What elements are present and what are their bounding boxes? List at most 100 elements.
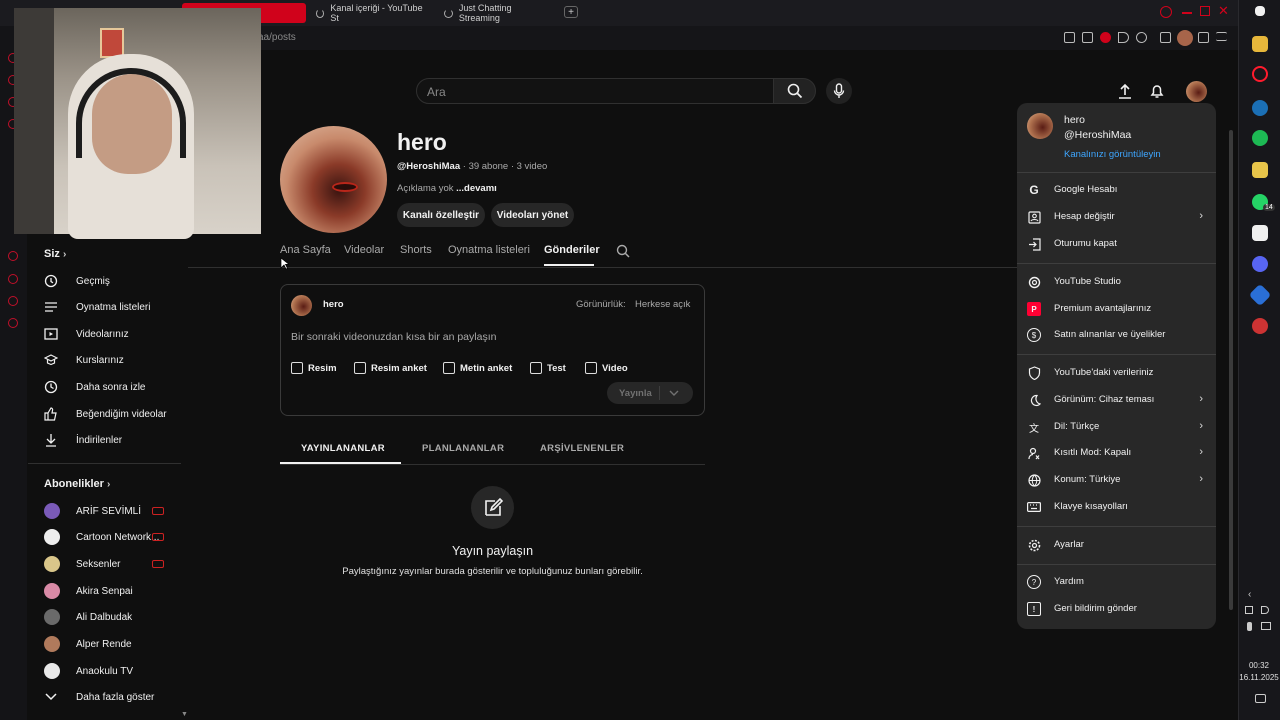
menu-item-appearance[interactable]: Görünüm: Cihaz teması › <box>1027 392 1207 408</box>
menu-item-label: Klavye kısayolları <box>1054 501 1128 512</box>
url-text[interactable]: aa/posts <box>258 32 296 43</box>
menu-icon[interactable] <box>1216 32 1227 41</box>
pinboard-icon[interactable] <box>8 296 18 306</box>
upload-icon[interactable] <box>1118 83 1132 99</box>
notifications-icon[interactable] <box>1255 694 1266 703</box>
windows-start-icon[interactable] <box>1255 6 1265 16</box>
volume-icon[interactable] <box>1261 606 1269 614</box>
bell-icon[interactable] <box>1150 83 1164 99</box>
menu-item-your-data[interactable]: YouTube'daki verileriniz <box>1027 365 1207 381</box>
chevron-up-icon[interactable]: ‹ <box>1248 589 1251 600</box>
shield-icon[interactable] <box>1100 32 1111 43</box>
publish-button[interactable]: Yayınla <box>607 382 693 404</box>
text-poll-button[interactable]: Metin anket <box>443 362 512 374</box>
moon-icon <box>1027 393 1041 407</box>
mic-icon[interactable] <box>1247 622 1252 631</box>
more-link[interactable]: ...devamı <box>456 183 497 194</box>
heart-icon[interactable] <box>1136 32 1147 43</box>
menu-item-premium[interactable]: P Premium avantajlarınız <box>1027 301 1207 317</box>
post-input[interactable]: Bir sonraki videonuzdan kısa bir an payl… <box>291 331 496 343</box>
sidebar-scroll-down-icon[interactable]: ▼ <box>181 711 188 718</box>
menu-item-location[interactable]: Konum: Türkiye › <box>1027 472 1207 488</box>
image-poll-button[interactable]: Resim anket <box>354 362 427 374</box>
close-icon[interactable]: ✕ <box>1218 3 1229 19</box>
tab-home[interactable]: Ana Sayfa <box>280 244 331 256</box>
bookmark-icon[interactable] <box>1064 32 1075 43</box>
voice-search-button[interactable] <box>826 78 852 104</box>
tab-playlists[interactable]: Oynatma listeleri <box>448 244 530 256</box>
channel-description[interactable]: Açıklama yok ...devamı <box>397 183 497 194</box>
menu-scrollbar[interactable] <box>1229 130 1233 610</box>
account-avatar[interactable] <box>1186 81 1207 102</box>
menu-item-label: Geri bildirim gönder <box>1054 603 1137 614</box>
file-explorer-icon[interactable] <box>1252 36 1268 52</box>
opera-gx-icon[interactable] <box>1252 66 1268 82</box>
video-button[interactable]: Video <box>585 362 628 374</box>
whatsapp-badge: 14 <box>1263 204 1275 211</box>
channel-name: Seksenler <box>76 558 121 570</box>
display-icon[interactable] <box>1261 622 1271 630</box>
browser-tab-chatting[interactable]: Just Chatting Streaming <box>438 3 560 23</box>
profile-avatar[interactable] <box>1177 30 1193 46</box>
menu-item-youtube-studio[interactable]: YouTube Studio <box>1027 274 1207 290</box>
minimize-icon[interactable] <box>1182 12 1192 14</box>
menu-item-settings[interactable]: Ayarlar <box>1027 537 1207 553</box>
new-tab-button[interactable]: + <box>564 6 578 18</box>
recorder-icon[interactable] <box>1252 318 1268 334</box>
menu-item-help[interactable]: ? Yardım <box>1027 574 1207 590</box>
you-section-header[interactable]: Siz › <box>44 248 66 260</box>
image-button[interactable]: Resim <box>291 362 337 374</box>
search-icon[interactable] <box>616 244 630 258</box>
download-icon[interactable] <box>1198 32 1209 43</box>
menu-item-feedback[interactable]: ! Geri bildirim gönder <box>1027 601 1207 617</box>
sidebar-item-label: Daha sonra izle <box>76 381 146 393</box>
menu-divider <box>1017 564 1216 565</box>
visibility-select[interactable]: Herkese açık <box>635 299 690 310</box>
studio-icon <box>1027 275 1041 289</box>
extensions-icon[interactable] <box>1160 32 1171 43</box>
avatar <box>1027 113 1053 139</box>
video-icon <box>585 362 597 374</box>
system-clock[interactable]: 00:32 16.11.2025 <box>1238 660 1280 684</box>
quiz-button[interactable]: Test <box>530 362 566 374</box>
tab-shorts[interactable]: Shorts <box>400 244 432 256</box>
manage-videos-button[interactable]: Videoları yönet <box>491 203 574 227</box>
menu-item-restricted-mode[interactable]: Kısıtlı Mod: Kapalı › <box>1027 445 1207 461</box>
customize-channel-button[interactable]: Kanalı özelleştir <box>397 203 485 227</box>
menu-item-language[interactable]: 文 Dil: Türkçe › <box>1027 419 1207 435</box>
empty-title: Yayın paylaşın <box>451 544 534 558</box>
menu-item-sign-out[interactable]: Oturumu kapat <box>1027 236 1207 252</box>
settings-icon[interactable] <box>8 318 18 328</box>
avatar-eye <box>332 182 358 192</box>
tab-videos[interactable]: Videolar <box>344 244 384 256</box>
view-channel-link[interactable]: Kanalınızı görüntüleyin <box>1064 149 1161 160</box>
menu-item-keyboard-shortcuts[interactable]: Klavye kısayolları <box>1027 499 1207 515</box>
tab-posts[interactable]: Gönderiler <box>544 244 600 256</box>
steam-icon[interactable] <box>1252 100 1268 116</box>
menu-item-switch-account[interactable]: Hesap değiştir › <box>1027 209 1207 225</box>
search-button[interactable] <box>773 78 816 104</box>
tab-archived[interactable]: ARŞİVLENENLER <box>540 443 624 454</box>
notes-icon[interactable] <box>1252 162 1268 178</box>
spotify-icon[interactable] <box>1252 130 1268 146</box>
subscriptions-header[interactable]: Abonelikler › <box>44 478 110 490</box>
network-icon[interactable] <box>1245 606 1253 614</box>
tab-title: Just Chatting Streaming <box>458 3 512 23</box>
tab-scheduled[interactable]: PLANLANANLAR <box>422 443 504 454</box>
browser-tab-studio[interactable]: Kanal içeriği - YouTube St <box>310 3 430 23</box>
search-input[interactable]: Ara <box>416 78 774 104</box>
maximize-icon[interactable] <box>1200 6 1210 16</box>
menu-item-google-account[interactable]: G Google Hesabı <box>1027 182 1207 198</box>
play-icon[interactable] <box>1118 32 1129 43</box>
avatar <box>44 583 60 599</box>
snapshot-icon[interactable] <box>1082 32 1093 43</box>
app-icon[interactable] <box>1248 283 1272 307</box>
discord-icon[interactable] <box>1252 256 1268 272</box>
channel-avatar[interactable] <box>280 126 387 233</box>
menu-item-purchases[interactable]: $ Satın alınanlar ve üyelikler <box>1027 327 1207 343</box>
search-icon[interactable] <box>1160 6 1172 18</box>
history-icon[interactable] <box>8 274 18 284</box>
tab-published[interactable]: YAYINLANANLAR <box>301 443 385 454</box>
store-icon[interactable] <box>1252 225 1268 241</box>
player-icon[interactable] <box>8 251 18 261</box>
